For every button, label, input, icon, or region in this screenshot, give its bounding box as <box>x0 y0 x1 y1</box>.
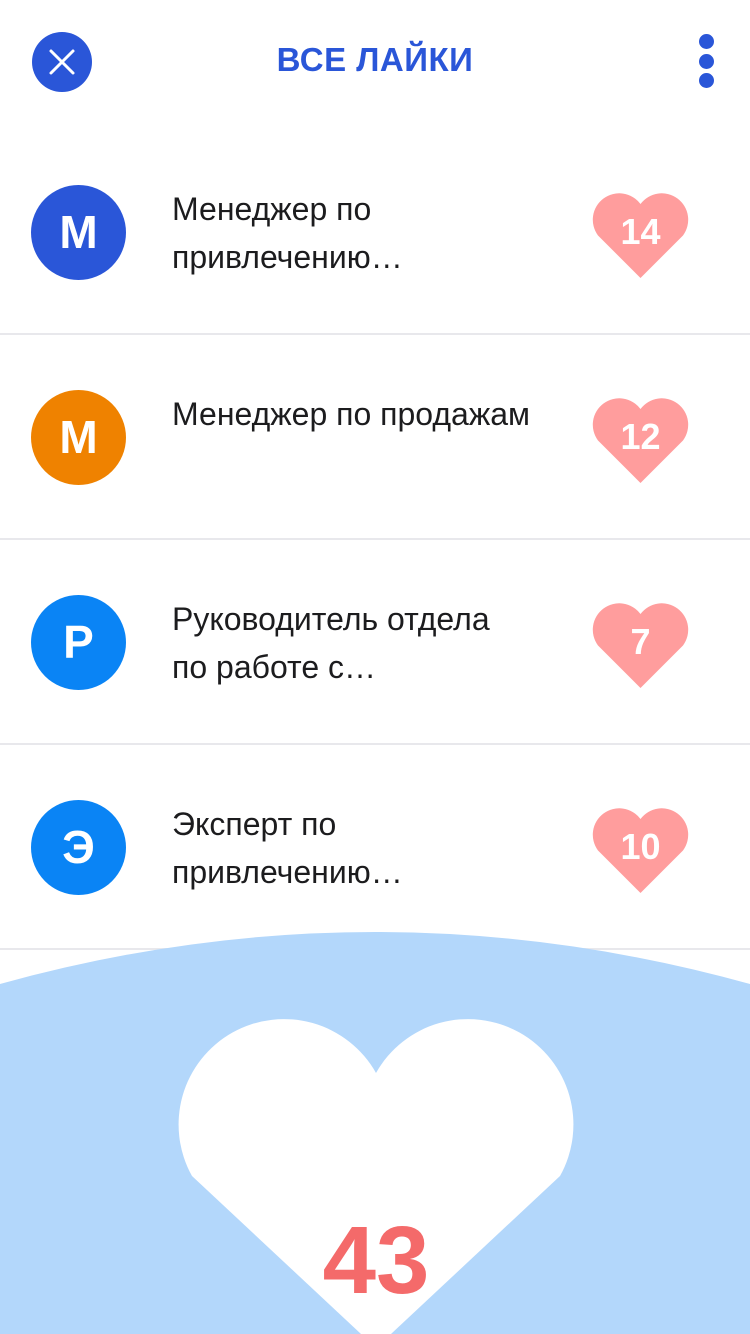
page-title: ВСЕ ЛАЙКИ <box>276 41 474 78</box>
list-item[interactable]: Э Эксперт по привлечению… 10 <box>0 745 750 950</box>
job-title: Эксперт по привлечению… <box>172 806 403 890</box>
total-likes-panel: 43 <box>0 932 750 1334</box>
job-title: Руководитель отдела по работе с… <box>172 601 490 685</box>
header: ВСЕ ЛАЙКИ <box>0 0 750 124</box>
avatar: Э <box>31 800 126 895</box>
like-badge: 14 <box>590 190 691 280</box>
avatar: М <box>31 390 126 485</box>
total-heart: 43 <box>166 1018 586 1334</box>
like-count: 14 <box>620 211 661 252</box>
like-badge: 10 <box>590 805 691 895</box>
list-item[interactable]: Р Руководитель отдела по работе с… 7 <box>0 540 750 745</box>
likes-list: М Менеджер по привлечению… 14 М Менеджер… <box>0 130 750 950</box>
close-icon <box>49 49 75 75</box>
like-count: 10 <box>620 826 661 867</box>
like-count: 12 <box>620 416 661 457</box>
avatar: Р <box>31 595 126 690</box>
more-vertical-icon-dot <box>699 54 714 69</box>
job-title: Менеджер по привлечению… <box>172 191 403 275</box>
like-badge: 7 <box>590 600 691 690</box>
like-count: 7 <box>630 621 651 662</box>
list-item[interactable]: М Менеджер по привлечению… 14 <box>0 130 750 335</box>
avatar: М <box>31 185 126 280</box>
like-badge: 12 <box>590 395 691 485</box>
job-title: Менеджер по продажам <box>172 396 531 432</box>
total-likes-count: 43 <box>322 1207 430 1314</box>
list-item[interactable]: М Менеджер по продажам 12 <box>0 335 750 540</box>
more-vertical-icon-dot <box>699 73 714 88</box>
more-vertical-icon <box>699 34 714 49</box>
close-button[interactable] <box>32 32 92 92</box>
more-options-button[interactable] <box>690 30 724 92</box>
